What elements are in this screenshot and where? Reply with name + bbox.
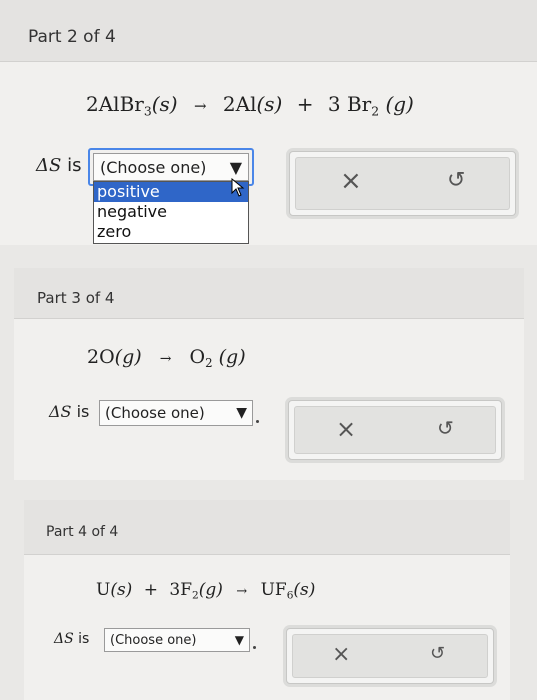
part-3-delta-s-label: ΔS is — [49, 402, 90, 421]
part-3-select[interactable]: (Choose one) ▼ — [99, 400, 253, 426]
part-4-section: Part 4 of 4 U(s) + 3F2(g) → UF6(s) ΔS is… — [24, 500, 510, 700]
mouse-cursor-icon — [231, 178, 245, 197]
part-2-delta-s-label: ΔS is — [36, 155, 82, 176]
part-3-title: Part 3 of 4 — [37, 289, 115, 307]
part-2-action-panel: × ↺ — [289, 151, 516, 216]
undo-icon[interactable]: ↺ — [437, 416, 454, 440]
part-4-equation: U(s) + 3F2(g) → UF6(s) — [96, 580, 316, 602]
part-2-select[interactable]: (Choose one) ▼ — [93, 153, 249, 181]
part-3-equation: 2O(g) → O2 (g) — [87, 346, 246, 371]
clear-icon[interactable]: × — [340, 166, 362, 196]
undo-icon[interactable]: ↺ — [430, 643, 445, 664]
part-3-section: Part 3 of 4 2O(g) → O2 (g) ΔS is (Choose… — [14, 268, 524, 480]
part-4-select[interactable]: (Choose one) ▼ — [104, 628, 250, 652]
period — [256, 420, 259, 423]
option-positive[interactable]: positive — [94, 182, 248, 202]
part-2-dropdown-list: positive negative zero — [93, 181, 249, 244]
clear-icon[interactable]: × — [336, 415, 356, 443]
part-2-equation: 2AlBr3(s) → 2Al(s) + 3 Br2 (g) — [86, 92, 414, 119]
dropdown-arrow-icon: ▼ — [236, 405, 247, 421]
undo-icon[interactable]: ↺ — [447, 168, 465, 193]
clear-icon[interactable]: × — [332, 642, 350, 667]
part-2-section: Part 2 of 4 2AlBr3(s) → 2Al(s) + 3 Br2 (… — [0, 0, 537, 245]
dropdown-arrow-icon: ▼ — [234, 633, 244, 647]
part-2-title: Part 2 of 4 — [28, 27, 116, 47]
part-4-delta-s-label: ΔS is — [54, 631, 90, 647]
part-4-action-panel: × ↺ — [286, 628, 494, 684]
period — [253, 646, 256, 649]
option-negative[interactable]: negative — [94, 202, 248, 222]
option-zero[interactable]: zero — [94, 222, 248, 242]
part-3-action-panel: × ↺ — [288, 400, 502, 460]
part-4-select-value: (Choose one) — [110, 632, 197, 648]
dropdown-arrow-icon: ▼ — [229, 157, 242, 177]
part-4-title: Part 4 of 4 — [46, 524, 119, 540]
part-2-select-value: (Choose one) — [100, 157, 207, 177]
part-3-select-value: (Choose one) — [105, 404, 205, 422]
